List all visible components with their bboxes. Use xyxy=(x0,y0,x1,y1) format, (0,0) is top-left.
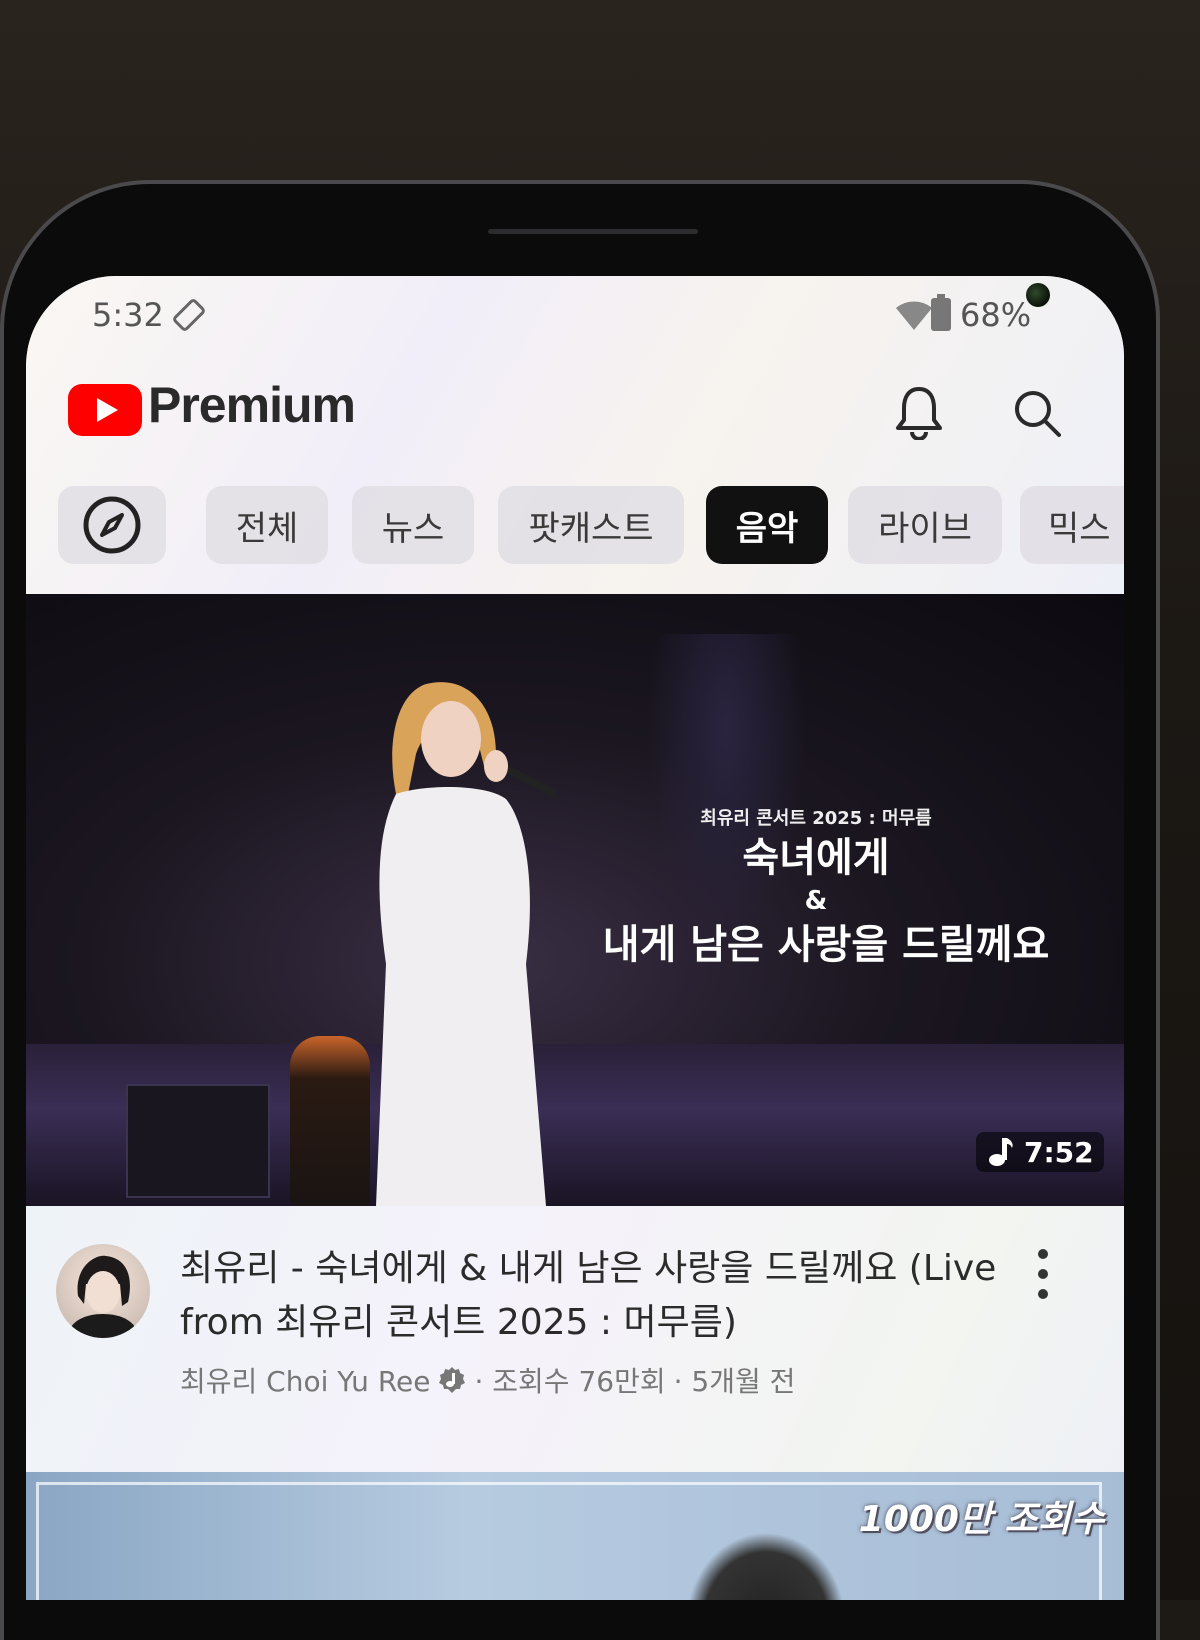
upload-age: · 5개월 전 xyxy=(673,1365,796,1398)
video-title[interactable]: 최유리 - 숙녀에게 & 내게 남은 사랑을 드릴께요 (Live from 최… xyxy=(180,1242,1010,1350)
app-bar: Premium xyxy=(26,366,1124,456)
avatar-portrait xyxy=(66,1255,140,1338)
chip-live[interactable]: 라이브 xyxy=(848,486,1002,564)
next-video-badge: 1000만 조회수 xyxy=(858,1499,1104,1540)
next-thumbnail-figure xyxy=(686,1532,846,1600)
view-count: · 조회수 76만회 xyxy=(474,1365,666,1398)
brand-premium[interactable]: Premium xyxy=(148,376,356,434)
duration-text: 7:52 xyxy=(1024,1135,1094,1169)
chip-all[interactable]: 전체 xyxy=(206,486,328,564)
compass-icon xyxy=(83,496,141,554)
music-note-icon xyxy=(989,1138,1013,1166)
chip-podcast[interactable]: 팟캐스트 xyxy=(498,486,684,564)
official-artist-icon xyxy=(439,1367,466,1393)
status-bar: 5:32 68% xyxy=(26,276,1124,356)
channel-name[interactable]: 최유리 Choi Yu Ree xyxy=(180,1360,430,1400)
chip-music[interactable]: 음악 xyxy=(706,486,828,564)
search-icon[interactable] xyxy=(1012,388,1062,438)
singer-figure xyxy=(376,682,556,1206)
battery-percent: 68% xyxy=(960,296,1032,334)
video-info[interactable]: 최유리 - 숙녀에게 & 내게 남은 사랑을 드릴께요 (Live from 최… xyxy=(26,1206,1124,1486)
duration-badge: 7:52 xyxy=(976,1132,1104,1172)
youtube-logo-icon[interactable] xyxy=(68,384,142,436)
channel-avatar[interactable] xyxy=(56,1244,150,1338)
earpiece xyxy=(488,229,698,234)
stage-speaker xyxy=(126,1084,270,1198)
thumbnail-caption-title: 숙녀에게 xyxy=(742,835,890,881)
battery-icon xyxy=(931,294,951,331)
video-metadata: 최유리 Choi Yu Ree · 조회수 76만회 · 5개월 전 xyxy=(180,1360,1020,1400)
next-video-thumbnail[interactable]: 1000만 조회수 xyxy=(26,1472,1124,1600)
phone-screen: 5:32 68% Premium 전체 뉴스 팟캐스트 음악 라이브 믹스 최유… xyxy=(26,276,1124,1600)
chip-explore[interactable] xyxy=(58,486,166,564)
video-thumbnail[interactable]: 최유리 콘서트 2025 : 머무름 숙녀에게 & 내게 남은 사랑을 드릴께요… xyxy=(26,594,1124,1206)
category-chips: 전체 뉴스 팟캐스트 음악 라이브 믹스 xyxy=(26,486,1124,566)
auto-rotate-icon xyxy=(173,299,205,331)
more-options-icon[interactable] xyxy=(1028,1244,1058,1304)
band-member xyxy=(646,634,806,954)
wifi-icon xyxy=(896,301,932,330)
chip-mix[interactable]: 믹스 xyxy=(1020,486,1124,564)
front-camera xyxy=(1026,283,1050,307)
thumbnail-caption-subtitle: 내게 남은 사랑을 드릴께요 xyxy=(602,922,1050,968)
status-time: 5:32 xyxy=(92,296,164,334)
header: 5:32 68% Premium 전체 뉴스 팟캐스트 음악 라이브 믹스 xyxy=(26,276,1124,596)
notifications-bell-icon[interactable] xyxy=(894,384,944,440)
thumbnail-caption-concert: 최유리 콘서트 2025 : 머무름 xyxy=(700,808,932,829)
chip-news[interactable]: 뉴스 xyxy=(352,486,474,564)
